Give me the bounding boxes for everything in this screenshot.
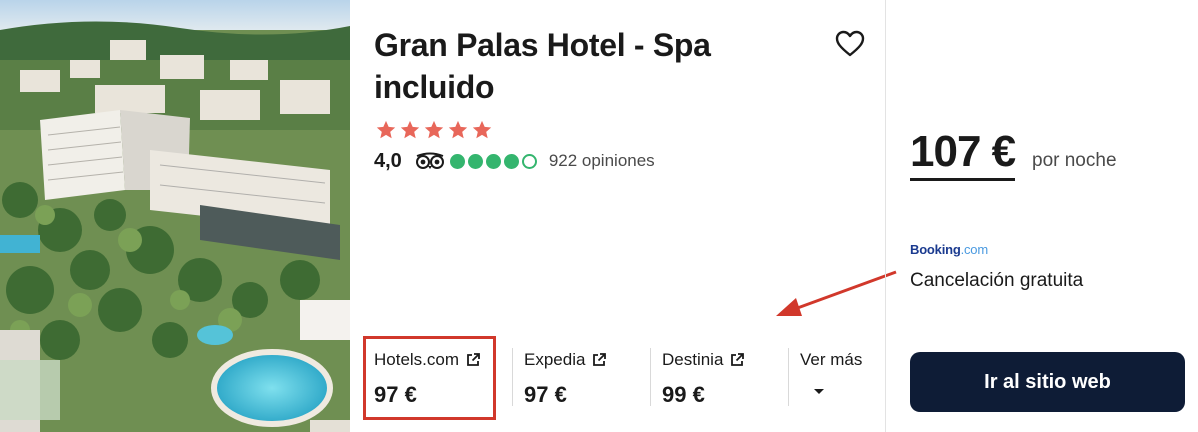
rating-score: 4,0 bbox=[374, 149, 402, 172]
provider-destinia[interactable]: Destinia 99 € bbox=[650, 336, 788, 420]
partner-suffix: .com bbox=[960, 242, 989, 257]
go-to-site-button[interactable]: Ir al sitio web bbox=[910, 352, 1185, 412]
partner-logo: Booking.com bbox=[910, 242, 988, 257]
per-night-label: por noche bbox=[1032, 150, 1117, 171]
star-icon bbox=[424, 120, 444, 139]
rating-bubbles bbox=[449, 153, 537, 169]
provider-name: Hotels.com bbox=[374, 350, 460, 369]
partner-brand: Booking bbox=[910, 242, 961, 257]
provider-list: Hotels.com 97 € Expedia 97 € Destinia 99… bbox=[362, 336, 874, 420]
annotation-arrow bbox=[776, 270, 897, 316]
offer-panel: 107 € por noche Booking.com Cancelación … bbox=[886, 0, 1198, 432]
rating-bubble bbox=[521, 153, 537, 169]
provider-price: 97 € bbox=[374, 382, 417, 407]
rating-row[interactable]: 4,0 922 opiniones bbox=[374, 148, 655, 174]
offer-price[interactable]: 107 € bbox=[910, 126, 1016, 181]
hotel-photo[interactable] bbox=[0, 0, 350, 432]
provider-hotels-com[interactable]: Hotels.com 97 € bbox=[362, 336, 512, 420]
chevron-down-icon bbox=[814, 389, 824, 394]
star-icon bbox=[472, 120, 492, 139]
rating-bubble bbox=[467, 153, 483, 169]
hotel-info: Gran Palas Hotel - Spa incluido 4,0 922 … bbox=[350, 0, 897, 432]
external-link-icon bbox=[467, 353, 480, 366]
provider-name: Expedia bbox=[524, 350, 586, 369]
provider-name: Destinia bbox=[662, 350, 724, 369]
review-count[interactable]: 922 opiniones bbox=[549, 151, 655, 171]
star-icon bbox=[400, 120, 420, 139]
tripadvisor-owl-icon bbox=[415, 152, 444, 169]
more-providers-button[interactable]: Ver más bbox=[788, 336, 874, 420]
star-icon bbox=[448, 120, 468, 139]
more-label: Ver más bbox=[800, 350, 863, 369]
rating-bubble bbox=[485, 153, 501, 169]
provider-price: 97 € bbox=[524, 382, 567, 407]
heart-icon[interactable] bbox=[834, 28, 866, 60]
free-cancellation: Cancelación gratuita bbox=[910, 270, 1084, 291]
star-rating bbox=[375, 119, 493, 141]
external-link-icon bbox=[593, 353, 607, 366]
external-link-icon bbox=[731, 353, 745, 366]
hotel-title[interactable]: Gran Palas Hotel - Spa incluido bbox=[374, 24, 794, 108]
rating-bubble bbox=[503, 153, 519, 169]
provider-expedia[interactable]: Expedia 97 € bbox=[512, 336, 650, 420]
rating-bubble bbox=[449, 153, 465, 169]
provider-price: 99 € bbox=[662, 382, 705, 407]
star-icon bbox=[376, 120, 396, 139]
